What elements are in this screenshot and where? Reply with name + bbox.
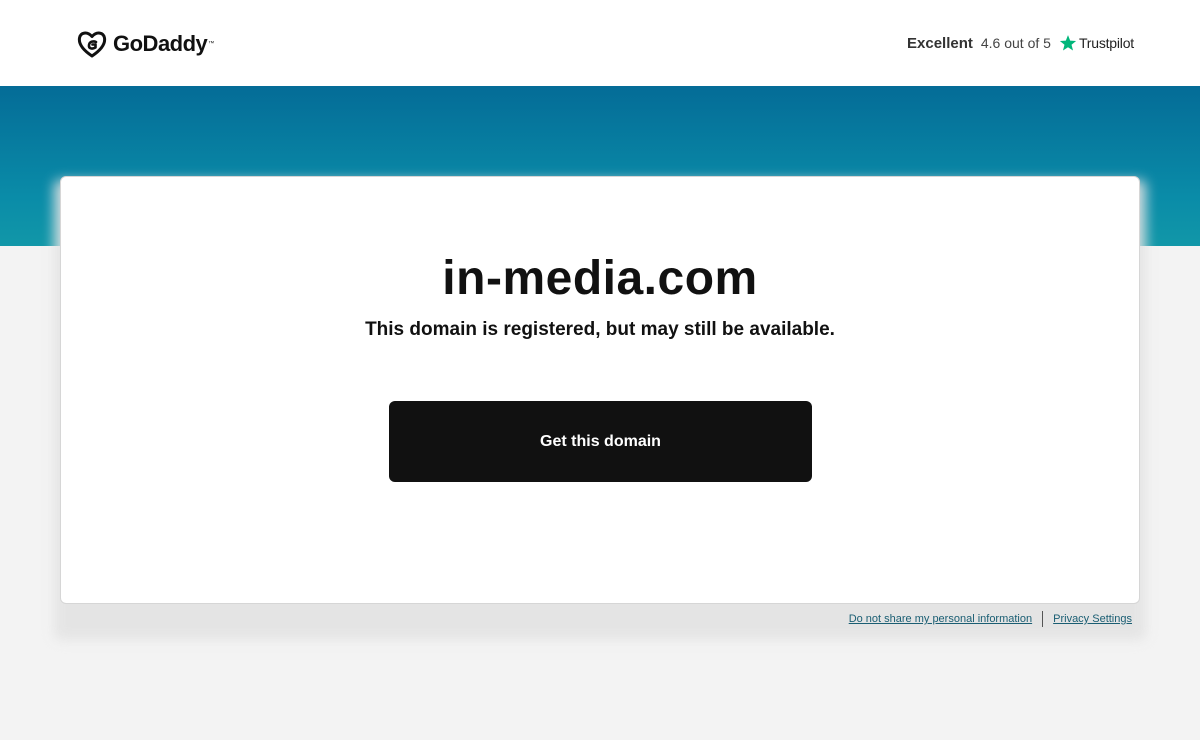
get-domain-button[interactable]: Get this domain (389, 401, 812, 482)
godaddy-logo[interactable]: GoDaddy ™ (77, 28, 214, 60)
trademark-symbol: ™ (208, 41, 215, 47)
logo-wordmark: GoDaddy (113, 31, 208, 56)
rating-score: 4.6 out of 5 (980, 35, 1051, 51)
do-not-share-link[interactable]: Do not share my personal information (849, 613, 1032, 625)
privacy-settings-link[interactable]: Privacy Settings (1053, 613, 1132, 625)
domain-card: in-media.com This domain is registered, … (60, 176, 1140, 604)
trustpilot-rating[interactable]: Excellent 4.6 out of 5 Trustpilot (907, 31, 1134, 55)
site-header: GoDaddy ™ Excellent 4.6 out of 5 Trustpi… (0, 0, 1200, 86)
trustpilot-label: Trustpilot (1078, 35, 1134, 51)
footer-divider (1042, 611, 1044, 627)
rating-word: Excellent (907, 34, 973, 52)
trustpilot-star-icon (1059, 35, 1077, 51)
footer-links: Do not share my personal information Pri… (849, 611, 1132, 627)
availability-message: This domain is registered, but may still… (365, 319, 835, 340)
godaddy-heart-icon (77, 31, 107, 58)
domain-name-heading: in-media.com (442, 252, 758, 305)
